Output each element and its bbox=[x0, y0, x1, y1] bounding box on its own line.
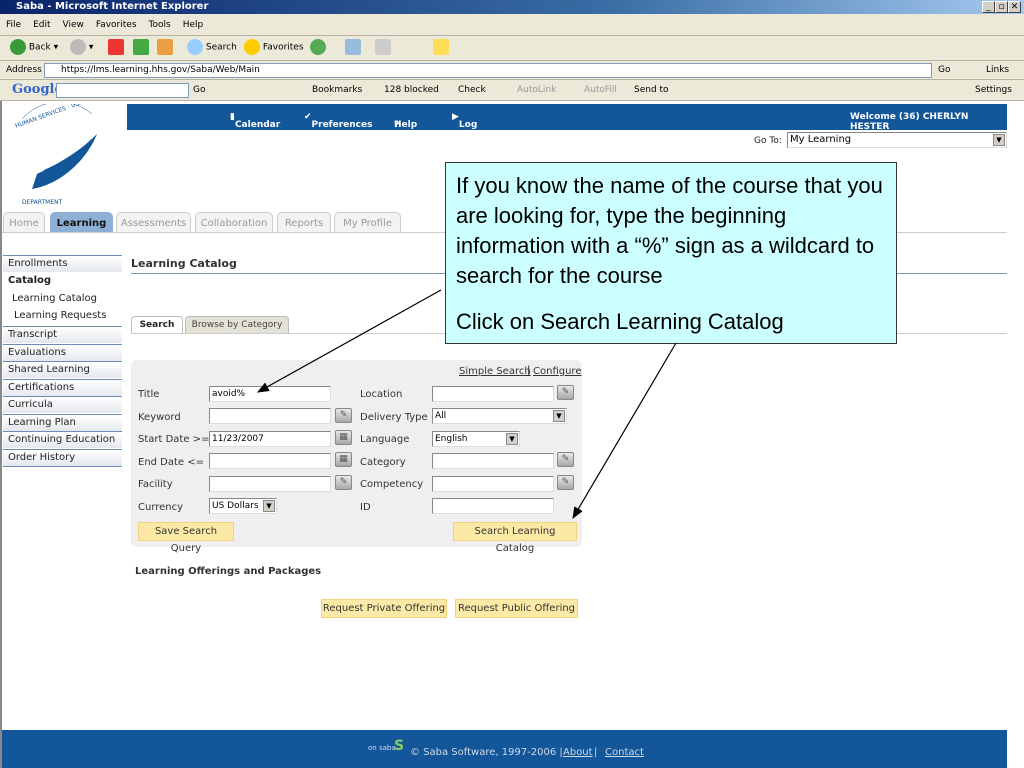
arrow-to-title-input bbox=[256, 289, 442, 393]
callout-arrows bbox=[256, 289, 677, 520]
arrow-to-search-button bbox=[572, 342, 677, 520]
